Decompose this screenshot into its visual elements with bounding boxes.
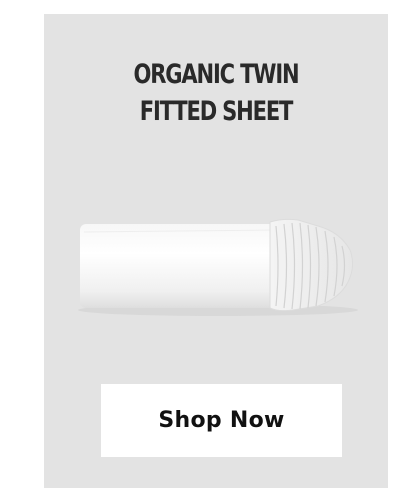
shop-now-button[interactable]: Shop Now	[101, 384, 342, 457]
elastic-ruffle	[269, 218, 354, 312]
product-card[interactable]: ORGANIC TWIN FITTED SHEET Shop Now	[44, 14, 388, 488]
product-title-line-2: FITTED SHEET	[139, 96, 294, 127]
rolled-sheet-image[interactable]	[78, 210, 368, 320]
roll-body	[80, 224, 280, 308]
product-title[interactable]: ORGANIC TWIN FITTED SHEET	[82, 56, 350, 130]
product-title-line-1: ORGANIC TWIN	[133, 59, 300, 90]
